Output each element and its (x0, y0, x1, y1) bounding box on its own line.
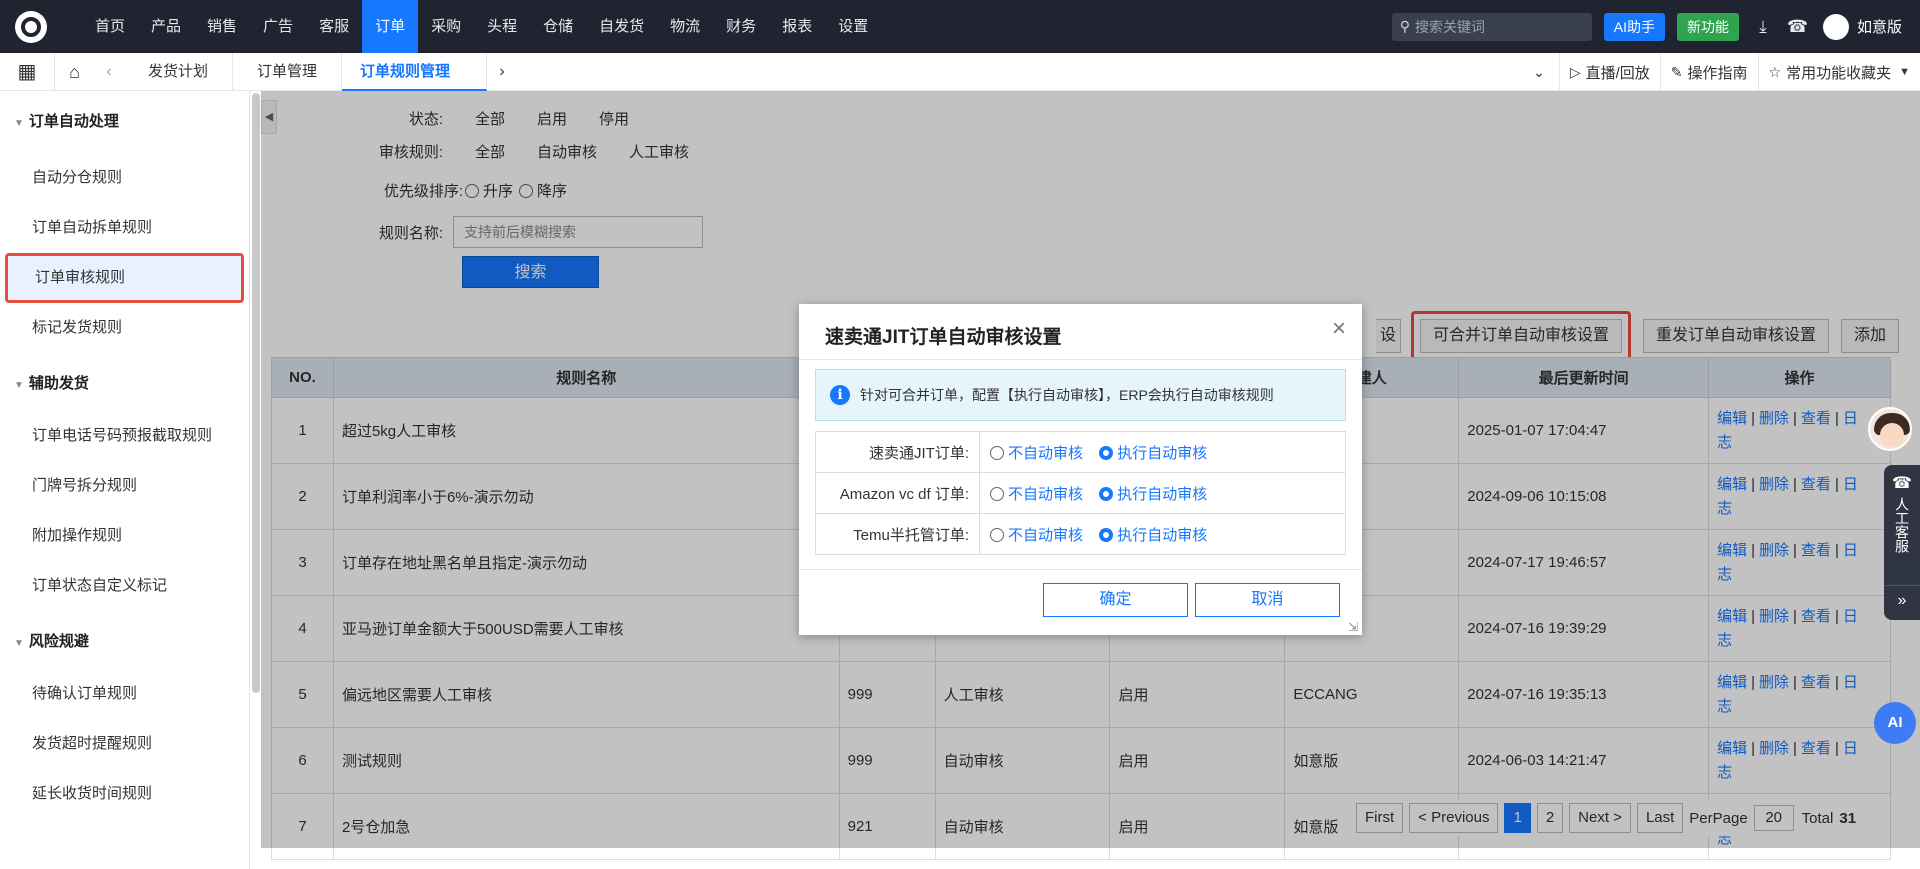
live-replay-link[interactable]: ▷ 直播/回放 (1558, 53, 1660, 91)
caret-down-icon: ▼ (14, 118, 24, 129)
sidebar-item-extra-op-rule[interactable]: 附加操作规则 (0, 511, 249, 561)
document-icon: ✎ (1670, 63, 1683, 80)
nav-item-purchase[interactable]: 采购 (418, 0, 474, 53)
tab-order-management[interactable]: 订单管理 (233, 52, 343, 91)
nav-item-product[interactable]: 产品 (138, 0, 194, 53)
home-icon[interactable]: ⌂ (54, 52, 94, 91)
info-icon: i (830, 385, 850, 405)
audit-settings-dialog: 速卖通JIT订单自动审核设置 × i 针对可合并订单，配置【执行自动审核】，ER… (799, 304, 1362, 635)
resize-handle-icon[interactable]: ⇲ (1348, 621, 1360, 633)
sidebar-item-phone-rule[interactable]: 订单电话号码预报截取规则 (0, 411, 249, 461)
headset-icon: ☎ (1892, 475, 1912, 492)
temu-no-auto-radio[interactable]: 不自动审核 (990, 527, 1083, 544)
top-right-tools: ⚲ AI助手 新功能 ⤓ ☎ 如意版 (1391, 0, 1920, 53)
nav-item-logistics[interactable]: 物流 (657, 0, 713, 53)
audit-options-table: 速卖通JIT订单: 不自动审核 执行自动审核 Amazon vc df 订单: … (815, 431, 1346, 555)
sidebar-group-assist[interactable]: ▼ 辅助发货 (0, 367, 249, 401)
close-icon[interactable]: × (1328, 317, 1350, 341)
nav-item-first-leg[interactable]: 头程 (474, 0, 530, 53)
double-chevron-icon[interactable]: » (1884, 585, 1920, 610)
nav-item-orders[interactable]: 订单 (362, 0, 419, 53)
sidebar-item-mark-ship-rule[interactable]: 标记发货规则 (0, 303, 249, 353)
headset-icon[interactable]: ☎ (1787, 17, 1808, 37)
sidebar-item-extend-rule[interactable]: 延长收货时间规则 (0, 769, 249, 819)
jit-auto-radio[interactable]: 执行自动审核 (1099, 445, 1207, 462)
main-menu: 首页 产品 销售 广告 客服 订单 采购 头程 仓储 自发货 物流 财务 报表 … (82, 0, 881, 53)
global-search-input[interactable] (1415, 18, 1576, 35)
play-icon: ▷ (1569, 63, 1581, 80)
radio-icon (990, 445, 1004, 460)
tab-bar: ▦ ⌂ ‹ 发货计划 订单管理 订单规则管理 › ⌄ ▷ 直播/回放 ✎ 操作指南 … (0, 52, 1920, 91)
sidebar-item-confirm-rule[interactable]: 待确认订单规则 (0, 669, 249, 719)
nav-item-finance[interactable]: 财务 (713, 0, 769, 53)
amazon-no-auto-radio[interactable]: 不自动审核 (990, 486, 1083, 503)
tab-shipping-plan[interactable]: 发货计划 (124, 52, 234, 91)
radio-checked-icon (1099, 445, 1114, 460)
avatar[interactable] (1822, 13, 1849, 40)
option-label: Temu半托管订单: (815, 513, 980, 555)
sidebar-group-auto[interactable]: ▼ 订单自动处理 (0, 105, 249, 139)
amazon-auto-radio[interactable]: 执行自动审核 (1099, 486, 1207, 503)
radio-checked-icon (1099, 527, 1114, 542)
sidebar-item-timeout-rule[interactable]: 发货超时提醒规则 (0, 719, 249, 769)
option-label: Amazon vc df 订单: (815, 472, 980, 514)
confirm-button[interactable]: 确定 (1043, 583, 1188, 617)
nav-item-warehouse[interactable]: 仓储 (530, 0, 586, 53)
nav-item-service[interactable]: 客服 (306, 0, 362, 53)
tab-bar-tools: ⌄ ▷ 直播/回放 ✎ 操作指南 ☆ 常用功能收藏夹 ▼ (1519, 53, 1920, 91)
ai-assistant-button[interactable]: AI助手 (1603, 12, 1665, 41)
cancel-button[interactable]: 取消 (1195, 583, 1340, 617)
ai-float-button[interactable]: AI (1874, 702, 1916, 744)
radio-checked-icon (1099, 486, 1114, 501)
customer-service-panel[interactable]: ☎ 人工客服 » (1884, 465, 1920, 620)
divider (799, 569, 1362, 570)
sidebar-item-house-number-rule[interactable]: 门牌号拆分规则 (0, 461, 249, 511)
favorites-menu[interactable]: ☆ 常用功能收藏夹 ▼ (1757, 53, 1920, 91)
radio-icon (990, 527, 1004, 542)
star-icon: ☆ (1768, 63, 1782, 80)
info-banner: i 针对可合并订单，配置【执行自动审核】，ERP会执行自动审核规则 (815, 369, 1346, 421)
search-icon: ⚲ (1399, 18, 1411, 34)
global-search: ⚲ (1391, 12, 1592, 41)
sidebar-scrollbar[interactable] (252, 93, 260, 693)
new-features-button[interactable]: 新功能 (1676, 12, 1739, 41)
nav-item-sales[interactable]: 销售 (194, 0, 250, 53)
customer-service-label: 人工客服 (1894, 497, 1910, 553)
sidebar: ▼ 订单自动处理 自动分仓规则 订单自动拆单规则 订单审核规则 标记发货规则 ▼ 辅… (0, 91, 250, 869)
sidebar-item-split-rule[interactable]: 订单自动拆单规则 (0, 203, 249, 253)
assistant-avatar[interactable] (1868, 407, 1912, 451)
sidebar-item-warehouse-rule[interactable]: 自动分仓规则 (0, 153, 249, 203)
apps-grid-icon[interactable]: ▦ (0, 59, 54, 84)
app-logo[interactable] (4, 0, 57, 53)
sidebar-item-status-mark[interactable]: 订单状态自定义标记 (0, 561, 249, 611)
dialog-title: 速卖通JIT订单自动审核设置 (825, 327, 1062, 348)
temu-auto-radio[interactable]: 执行自动审核 (1099, 527, 1207, 544)
jit-no-auto-radio[interactable]: 不自动审核 (990, 445, 1083, 462)
sidebar-group-risk[interactable]: ▼ 风险规避 (0, 625, 249, 659)
nav-item-settings[interactable]: 设置 (825, 0, 881, 53)
nav-item-ads[interactable]: 广告 (250, 0, 306, 53)
caret-down-icon: ▼ (1899, 66, 1910, 78)
chevron-down-icon[interactable]: ⌄ (1519, 64, 1559, 81)
radio-icon (990, 486, 1004, 501)
nav-item-home[interactable]: 首页 (82, 0, 138, 53)
nav-item-reports[interactable]: 报表 (769, 0, 825, 53)
guide-link[interactable]: ✎ 操作指南 (1659, 53, 1758, 91)
tab-prev-icon[interactable]: ‹ (94, 63, 124, 81)
nav-item-self-ship[interactable]: 自发货 (586, 0, 657, 53)
user-name[interactable]: 如意版 (1857, 16, 1902, 37)
option-label: 速卖通JIT订单: (815, 431, 980, 473)
tab-next-icon[interactable]: › (487, 63, 517, 81)
caret-down-icon: ▼ (14, 380, 24, 391)
sidebar-item-audit-rule[interactable]: 订单审核规则 (5, 253, 244, 303)
tab-order-rules[interactable]: 订单规则管理 (342, 52, 488, 91)
download-icon[interactable]: ⤓ (1753, 17, 1773, 37)
divider (799, 359, 1362, 360)
top-navigation: 首页 产品 销售 广告 客服 订单 采购 头程 仓储 自发货 物流 财务 报表 … (0, 0, 1920, 53)
info-text: 针对可合并订单，配置【执行自动审核】，ERP会执行自动审核规则 (860, 387, 1274, 403)
caret-down-icon: ▼ (14, 638, 24, 649)
